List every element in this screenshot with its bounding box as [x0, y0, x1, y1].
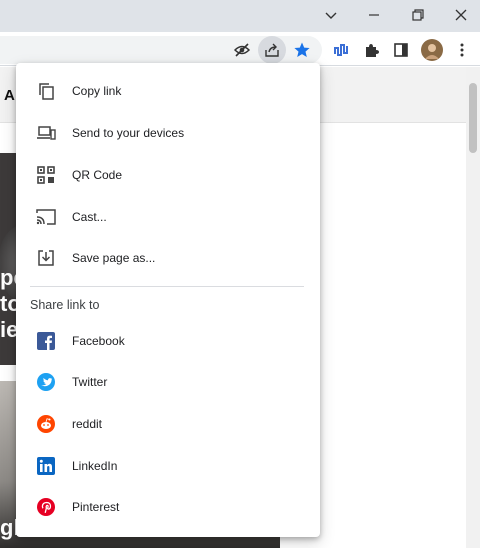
page-header-text: A — [4, 87, 15, 104]
side-panel-button[interactable] — [387, 36, 415, 64]
menu-item-label: LinkedIn — [72, 459, 118, 473]
share-pinterest-item[interactable]: Pinterest — [16, 487, 320, 527]
share-icon — [265, 43, 279, 57]
menu-item-label: Pinterest — [72, 500, 120, 514]
puzzle-icon — [366, 44, 379, 57]
extension-chart-icon — [334, 44, 348, 56]
eye-off-icon — [234, 43, 250, 57]
chevron-down-icon — [325, 12, 337, 19]
pinterest-icon — [36, 497, 56, 517]
save-page-icon — [36, 248, 56, 268]
title-bar — [0, 0, 480, 32]
share-linkedin-item[interactable]: LinkedIn — [16, 446, 320, 486]
share-button[interactable] — [258, 36, 286, 64]
menu-item-label: QR Code — [72, 168, 123, 182]
menu-item-label: Copy link — [72, 84, 122, 98]
menu-item-label: Cast... — [72, 210, 107, 224]
minimize-icon — [369, 14, 379, 16]
facebook-icon — [36, 331, 56, 351]
close-button[interactable] — [439, 0, 480, 30]
more-menu-button[interactable] — [448, 36, 476, 64]
bookmark-star-icon — [294, 42, 310, 57]
share-facebook-item[interactable]: Facebook — [16, 321, 320, 361]
side-panel-icon — [394, 43, 408, 57]
copy-link-icon — [36, 81, 56, 101]
share-section-heading: Share link to — [30, 298, 100, 312]
menu-item-label: Twitter — [72, 375, 108, 389]
tracking-protection-button[interactable] — [228, 36, 256, 64]
share-menu: Copy link Send to your devices QR Code C… — [16, 63, 320, 537]
menu-item-label: reddit — [72, 417, 103, 431]
restore-button[interactable] — [396, 0, 440, 30]
menu-divider — [30, 286, 304, 287]
twitter-icon — [36, 372, 56, 392]
qr-code-icon — [36, 165, 56, 185]
cast-icon — [36, 207, 56, 227]
close-icon — [455, 9, 467, 21]
menu-item-label: Save page as... — [72, 251, 156, 265]
menu-item-label: Facebook — [72, 334, 125, 348]
scrollbar-thumb[interactable] — [469, 83, 477, 153]
more-icon — [460, 43, 464, 57]
share-reddit-item[interactable]: reddit — [16, 404, 320, 444]
menu-item-label: Send to your devices — [72, 126, 185, 140]
copy-link-item[interactable]: Copy link — [16, 71, 320, 111]
cast-item[interactable]: Cast... — [16, 197, 320, 237]
linkedin-icon — [36, 456, 56, 476]
scrollbar[interactable] — [466, 67, 480, 548]
minimize-button[interactable] — [352, 0, 396, 30]
qr-code-item[interactable]: QR Code — [16, 155, 320, 195]
restore-icon — [412, 9, 424, 21]
profile-button[interactable] — [418, 36, 446, 64]
tab-search-button[interactable] — [309, 0, 353, 30]
save-page-item[interactable]: Save page as... — [16, 238, 320, 278]
bookmark-button[interactable] — [288, 36, 316, 64]
avatar — [421, 39, 443, 61]
extensions-menu-button[interactable] — [357, 36, 385, 64]
reddit-icon — [36, 414, 56, 434]
share-twitter-item[interactable]: Twitter — [16, 362, 320, 402]
send-to-devices-icon — [36, 123, 56, 143]
send-to-devices-item[interactable]: Send to your devices — [16, 113, 320, 153]
extension-button[interactable] — [327, 36, 355, 64]
